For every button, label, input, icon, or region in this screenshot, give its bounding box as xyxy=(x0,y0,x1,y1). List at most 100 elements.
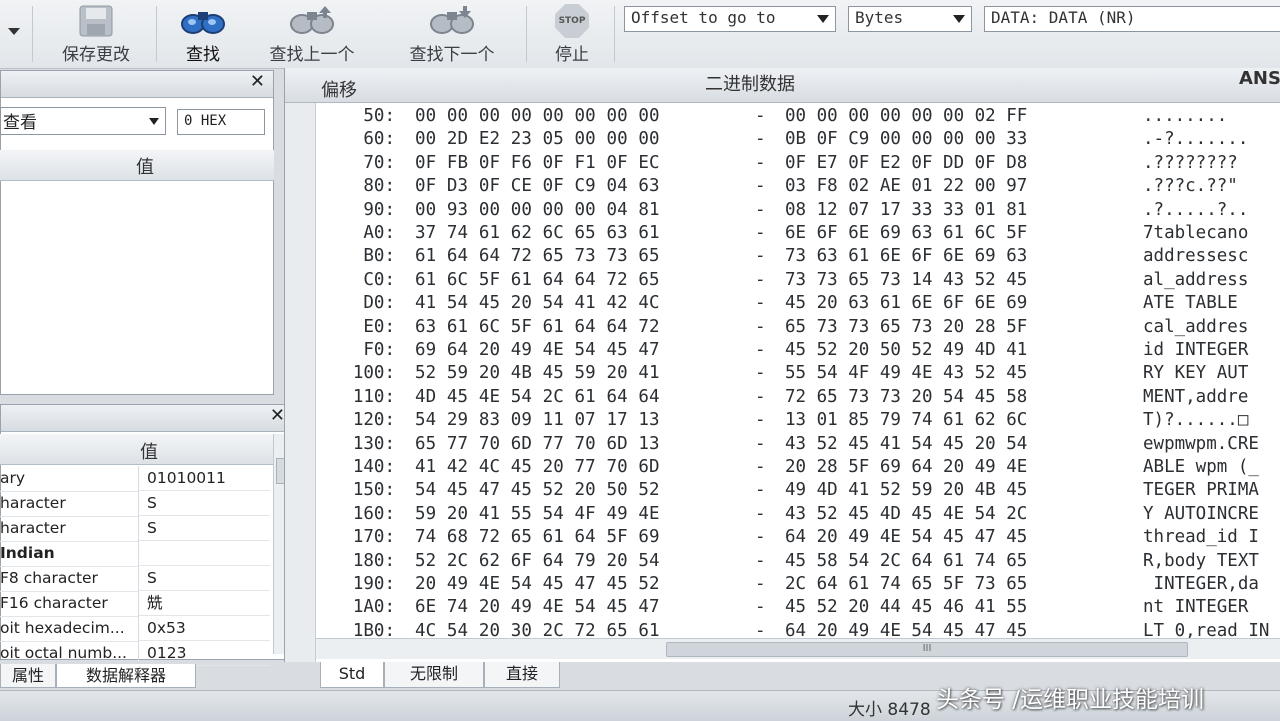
viewer-column-header: 值 xyxy=(0,150,274,181)
hex-bytes-low: 00 2D E2 23 05 00 00 00 xyxy=(415,129,660,150)
hex-offset: 60: xyxy=(363,129,395,150)
stop-button[interactable]: STOP 停止 xyxy=(540,0,604,66)
interpreter-row-name: haracter xyxy=(0,491,139,517)
scroll-thumb[interactable]: III xyxy=(666,642,1188,657)
hex-bytes-low: 61 6C 5F 61 64 64 72 65 xyxy=(415,269,660,290)
value-column-header: 值 xyxy=(140,442,158,463)
data-field-text: DATA: DATA (NR) xyxy=(991,8,1136,27)
hex-bytes-low: 59 20 41 55 54 4F 49 4E xyxy=(415,503,660,524)
hex-separator: - xyxy=(755,152,766,173)
stop-sign-icon: STOP xyxy=(555,4,589,38)
find-label: 查找 xyxy=(186,45,220,65)
dropdown-arrow-icon[interactable] xyxy=(8,28,20,35)
tab-direct[interactable]: 直接 xyxy=(484,662,560,688)
find-next-button[interactable]: 查找下一个 xyxy=(394,0,510,66)
unit-combo[interactable]: Bytes xyxy=(848,6,972,32)
hex-ascii: ........ xyxy=(1143,106,1228,126)
tab-unlimited[interactable]: 无限制 xyxy=(384,662,484,688)
hex-separator: - xyxy=(755,457,766,477)
data-field[interactable]: DATA: DATA (NR) xyxy=(984,6,1280,32)
find-previous-button[interactable]: 查找上一个 xyxy=(254,0,370,66)
hex-separator: - xyxy=(755,574,766,594)
hex-ascii: al_address xyxy=(1143,269,1249,290)
close-icon[interactable]: ✕ xyxy=(250,71,265,92)
hex-offset: A0: xyxy=(363,223,395,243)
hex-ascii: TEGER PRIMA xyxy=(1143,480,1259,501)
hex-offset: 1A0: xyxy=(352,597,395,618)
hex-separator: - xyxy=(755,269,766,290)
interpreter-row-value: S xyxy=(139,491,270,516)
hex-bytes-low: 74 68 72 65 61 64 5F 69 xyxy=(415,527,660,548)
tab-unlimited-label: 无限制 xyxy=(409,664,458,683)
hex-offset: 130: xyxy=(352,433,395,454)
save-changes-button[interactable]: 保存更改 xyxy=(50,0,142,66)
hex-bytes-low: 41 54 45 20 54 41 42 4C xyxy=(415,293,660,314)
tab-data-interpreter[interactable]: 数据解释器 xyxy=(56,664,196,688)
hex-separator: - xyxy=(755,199,766,220)
interpreter-row-value: 兟 xyxy=(139,591,270,616)
hex-separator: - xyxy=(755,129,766,150)
hex-bytes-low: 4D 45 4E 54 2C 61 64 64 xyxy=(415,386,660,407)
hex-bytes-low: 69 64 20 49 4E 54 45 47 xyxy=(415,340,660,360)
hex-offset: C0: xyxy=(363,269,395,290)
tab-std[interactable]: Std xyxy=(320,662,384,688)
stop-label: 停止 xyxy=(555,45,589,65)
hex-editor[interactable]: 偏移 二进制数据 ANS 50: 00 00 00 00 00 00 00 00 -… xyxy=(284,68,1280,662)
hex-bytes-high: 64 20 49 4E 54 45 47 45 xyxy=(785,527,1028,548)
hex-ascii: ATE TABLE xyxy=(1143,293,1249,314)
tab-properties-label: 属性 xyxy=(11,666,44,685)
hex-ascii: Y AUTOINCRE xyxy=(1143,503,1259,524)
hex-bytes-high: 73 73 65 73 14 43 52 45 xyxy=(785,269,1028,290)
interpreter-row-value xyxy=(139,541,270,566)
hex-ascii: addressesc xyxy=(1143,246,1249,267)
hex-value-field[interactable]: 0 HEX xyxy=(177,109,265,135)
hex-ascii: .?.....?.. xyxy=(1143,199,1249,220)
hex-bytes-low: 6E 74 20 49 4E 54 45 47 xyxy=(415,597,660,618)
chevron-down-icon xyxy=(953,15,965,23)
chevron-down-icon xyxy=(817,15,829,23)
hex-bytes-high: 2C 64 61 74 65 5F 73 65 xyxy=(785,574,1028,594)
hex-offset: 180: xyxy=(352,550,395,571)
binoculars-up-icon xyxy=(290,6,334,34)
hex-separator: - xyxy=(755,176,766,197)
hex-offset: 90: xyxy=(363,199,395,220)
hex-ascii: ewpmwpm.CRE xyxy=(1143,433,1259,454)
interpreter-column-header: 值 xyxy=(0,434,273,465)
tab-direct-label: 直接 xyxy=(505,664,538,683)
hex-ascii: thread_id I xyxy=(1143,527,1259,548)
hex-bytes-high: 0B 0F C9 00 00 00 00 33 xyxy=(785,129,1028,150)
floppy-disk-icon xyxy=(79,5,113,37)
hex-horizontal-scrollbar[interactable]: III xyxy=(316,638,1280,659)
hex-offset: B0: xyxy=(363,246,395,267)
hex-ascii: T)?......□ xyxy=(1143,410,1249,431)
hex-offset: 110: xyxy=(352,386,395,407)
tab-properties[interactable]: 属性 xyxy=(0,664,56,688)
hex-bytes-low: 65 77 70 6D 77 70 6D 13 xyxy=(415,433,660,454)
offset-goto-combo[interactable]: Offset to go to xyxy=(624,6,836,32)
hex-separator: - xyxy=(755,597,766,618)
hex-bytes-low: 54 45 47 45 52 20 50 52 xyxy=(415,480,660,501)
interpreter-panel-header: ✕ xyxy=(1,405,293,432)
tab-std-label: Std xyxy=(338,664,366,683)
hex-offset: 140: xyxy=(352,457,395,477)
offset-goto-text: Offset to go to xyxy=(631,8,776,27)
interpreter-row-value: 01010011 xyxy=(139,466,270,491)
ascii-column-header: ANS xyxy=(1239,68,1280,89)
find-button[interactable]: 查找 xyxy=(170,0,236,66)
hex-offset: 120: xyxy=(352,410,395,431)
close-icon[interactable]: ✕ xyxy=(270,405,285,426)
hex-offset: 70: xyxy=(363,152,395,173)
binoculars-icon xyxy=(181,12,225,34)
hex-bytes-low: 20 49 4E 54 45 47 45 52 xyxy=(415,574,660,594)
hex-bytes-low: 0F FB 0F F6 0F F1 0F EC xyxy=(415,152,660,173)
interpreter-row-name: Indian xyxy=(0,541,139,567)
hex-gutter xyxy=(285,103,316,662)
hex-ascii: .???????? xyxy=(1143,152,1238,173)
hex-bytes-high: 03 F8 02 AE 01 22 00 97 xyxy=(785,176,1028,197)
chevron-down-icon xyxy=(149,118,159,125)
interpreter-row-value: S xyxy=(139,516,270,541)
hex-offset: 100: xyxy=(352,363,395,384)
hex-offset: F0: xyxy=(363,340,395,360)
view-mode-select[interactable]: 查看 xyxy=(0,107,166,135)
hex-ascii: .???c.??" xyxy=(1143,176,1238,197)
